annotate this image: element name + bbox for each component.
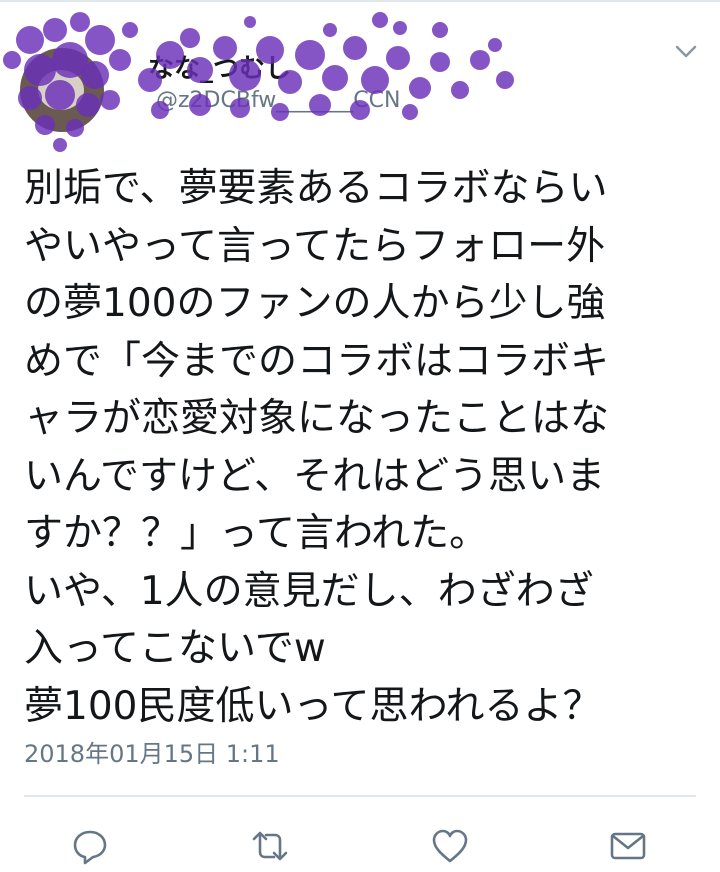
text-line: の夢100のファンの人から少し強 <box>24 281 606 326</box>
text-line: いんですけど、それはどう思いま <box>24 453 606 499</box>
text-line: いや、1人の意見だし、わざわざ <box>24 568 594 614</box>
tweet-header: なな_つむし @z2DCBfw_______CCN <box>0 0 720 152</box>
retweet-button[interactable] <box>248 824 292 868</box>
tweet-timestamp[interactable]: 2018年01月15日 1:11 <box>24 734 280 769</box>
direct-message-button[interactable] <box>606 824 650 868</box>
text-line: やいやって言ってたらフォロー外 <box>24 223 606 269</box>
like-button[interactable] <box>428 824 472 868</box>
divider <box>24 795 696 797</box>
text-line: めで「今までのコラボはコラボキ <box>24 338 610 384</box>
action-bar <box>0 818 720 872</box>
text-line: 夢100民度低いって思われるよ？ <box>24 683 602 729</box>
text-line: ャラが恋愛対象になったことはな <box>24 396 610 441</box>
text-line: すか？？」って言われた。 <box>24 511 489 556</box>
reply-button[interactable] <box>68 824 112 868</box>
chevron-down-icon[interactable] <box>672 42 700 62</box>
text-line: 入ってこないでw <box>24 626 326 671</box>
text-line: 別垢で、夢要素あるコラボならい <box>24 166 608 211</box>
mail-icon <box>610 832 646 860</box>
tweet-text: 別垢で、夢要素あるコラボならい やいやって言ってたらフォロー外 の夢100のファンの… <box>24 160 704 735</box>
heart-icon <box>432 829 468 863</box>
reply-icon <box>73 830 107 865</box>
redaction-scribble <box>3 12 514 152</box>
retweet-icon <box>252 831 288 861</box>
